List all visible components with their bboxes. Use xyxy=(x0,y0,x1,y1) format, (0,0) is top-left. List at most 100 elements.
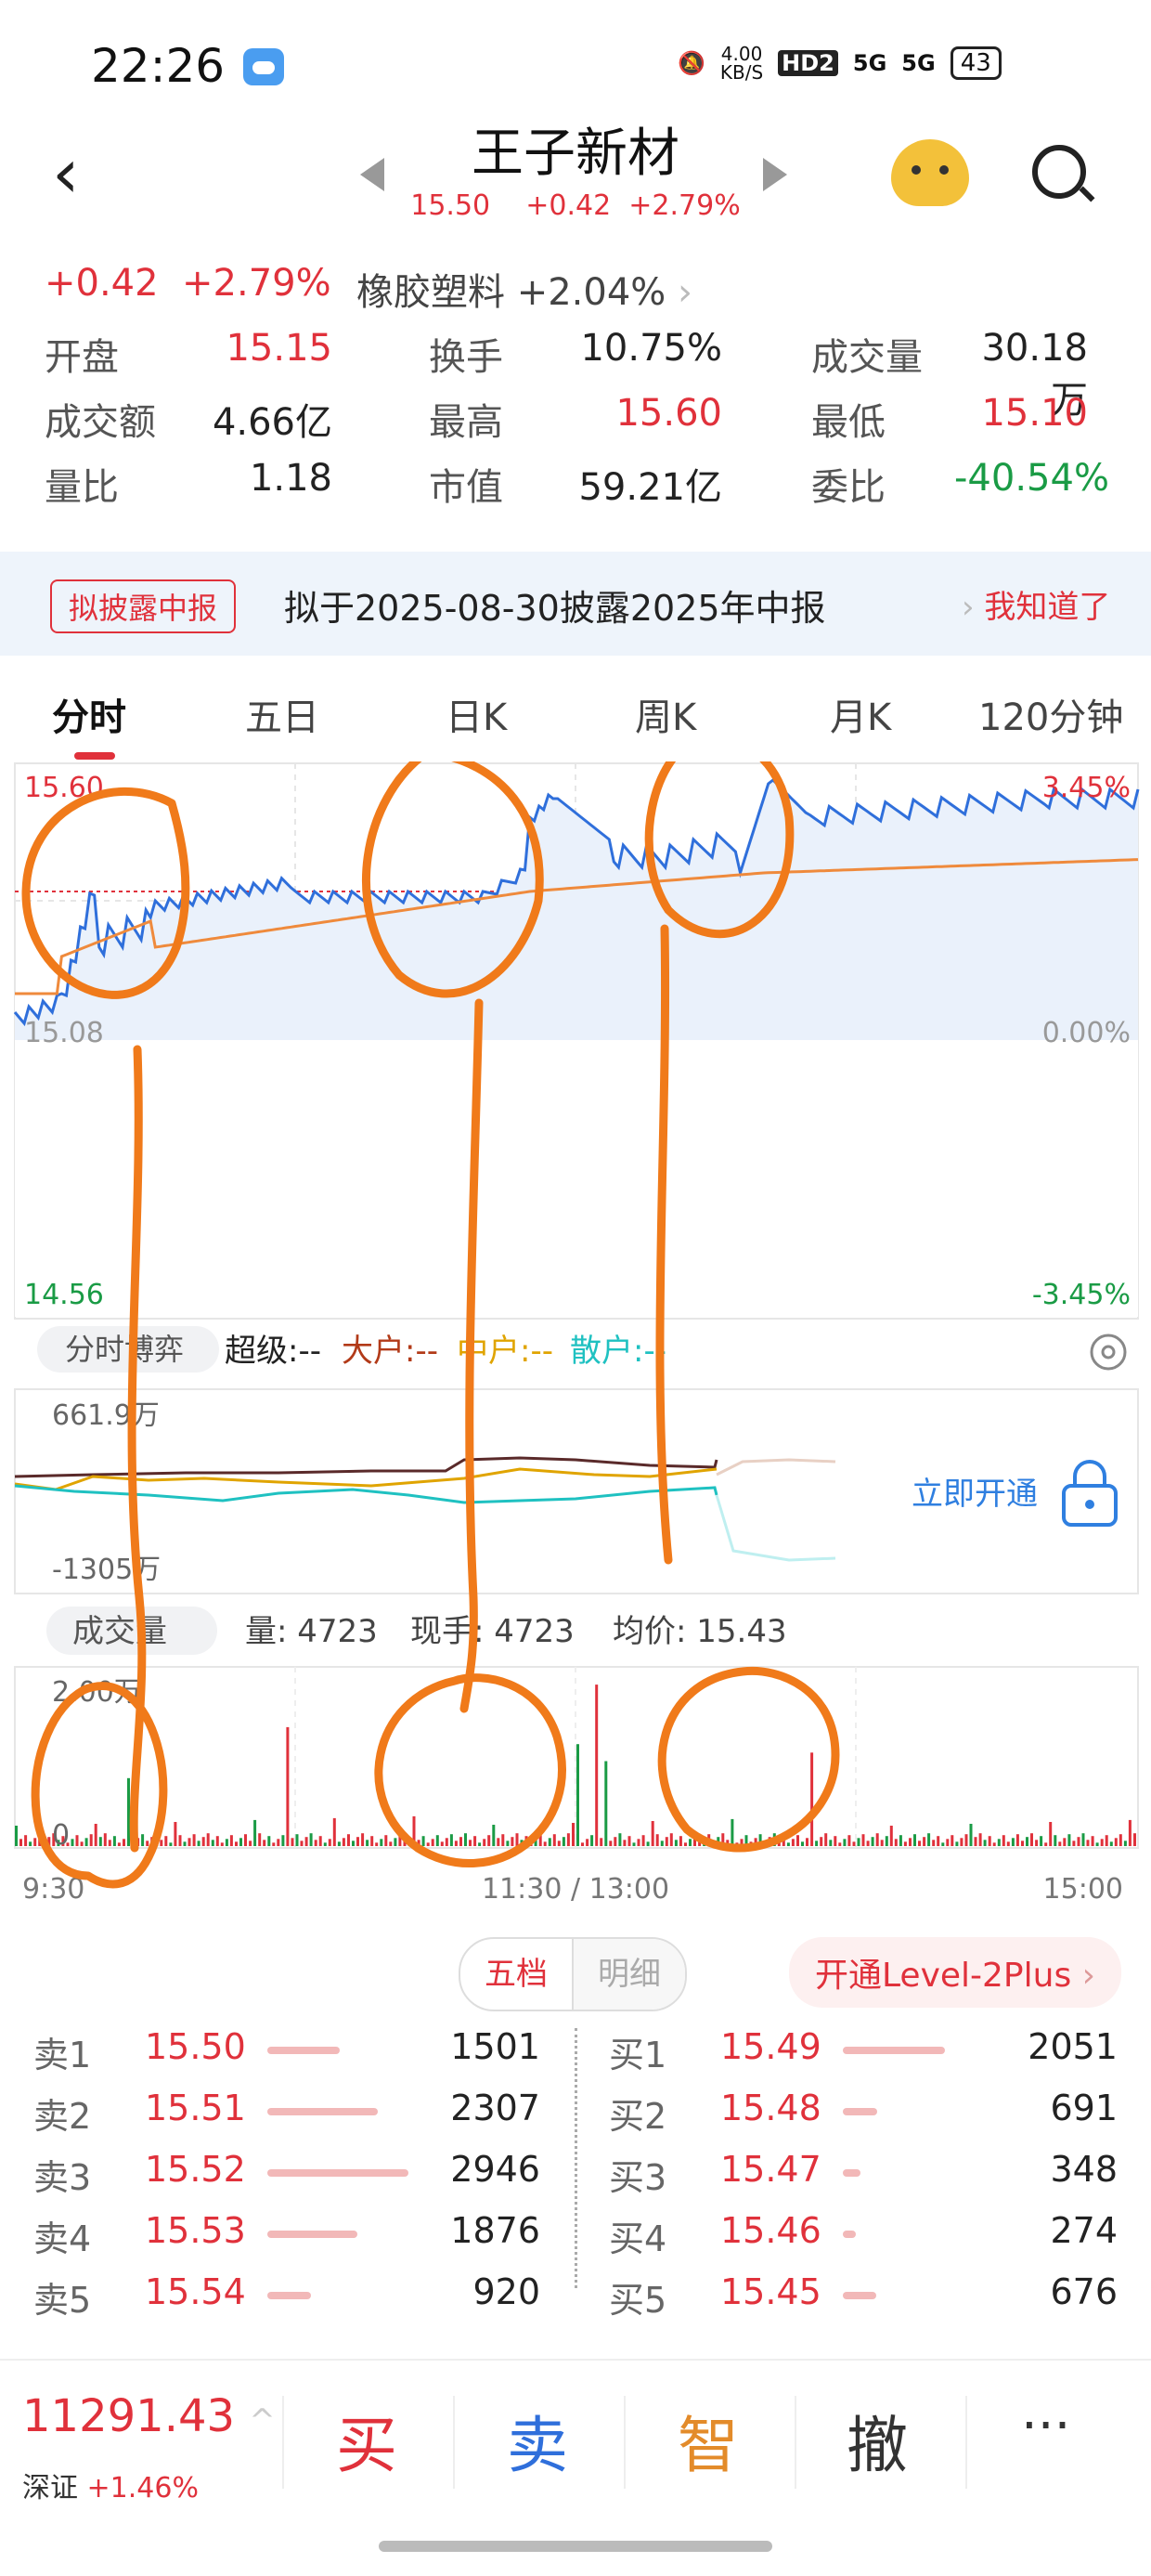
tab-five-day[interactable]: 五日 xyxy=(245,687,319,741)
volume-bar xyxy=(590,1835,594,1846)
volume-bar xyxy=(183,1841,187,1846)
volume-bar xyxy=(595,1685,599,1846)
volume-bar xyxy=(875,1833,879,1846)
unlock-link[interactable]: 立即开通 xyxy=(912,1476,1038,1513)
asks-label: 卖2 xyxy=(33,2096,92,2137)
divider xyxy=(453,2396,455,2489)
volume-selector[interactable]: 成交量 xyxy=(72,1613,167,1650)
volume-bar xyxy=(689,1839,692,1846)
volume-bar xyxy=(15,1826,18,1846)
bids-level-row[interactable]: 买2 15.48 691 xyxy=(609,2088,1118,2147)
volume-bar xyxy=(847,1835,851,1846)
volume-bar xyxy=(609,1841,613,1846)
tab-daily-k[interactable]: 日K xyxy=(446,687,507,741)
volume-bar xyxy=(332,1817,336,1846)
volume-bar xyxy=(623,1840,627,1846)
net-speed: 4.00 KB/S xyxy=(719,43,764,84)
volume-bar xyxy=(112,1836,116,1846)
volume-bar xyxy=(791,1839,795,1846)
volume-bar xyxy=(651,1821,654,1846)
volume-bar xyxy=(487,1835,491,1846)
cancel-order-button[interactable]: 撤 xyxy=(847,2396,908,2485)
flow-selector[interactable]: 分时博弈 xyxy=(65,1332,184,1367)
chevron-right-icon: › xyxy=(678,271,693,314)
volume-bar xyxy=(123,1839,125,1846)
volume-bar xyxy=(342,1838,345,1846)
sector-link[interactable]: 橡胶塑料 +2.04% › xyxy=(356,262,692,316)
volume-bar xyxy=(497,1838,500,1846)
bids-level-row[interactable]: 买5 15.45 676 xyxy=(609,2271,1118,2331)
volume-bar xyxy=(665,1837,668,1846)
notice-text[interactable]: 拟于2025-08-30披露2025年中报 xyxy=(284,579,826,631)
volume-bar xyxy=(1072,1841,1076,1846)
intraday-chart[interactable]: 15.60 15.08 14.56 3.45% 0.00% -3.45% 分时博… xyxy=(0,761,1151,1922)
volume-bar xyxy=(572,1823,575,1846)
volume-bar xyxy=(885,1836,888,1846)
asks-volume: 1876 xyxy=(450,2210,540,2251)
tab-trade-details[interactable]: 明细 xyxy=(574,1939,685,2010)
bids-level-row[interactable]: 买3 15.47 348 xyxy=(609,2149,1118,2208)
volume-bar xyxy=(1133,1833,1136,1846)
index-value[interactable]: 11291.43 ^ xyxy=(22,2390,276,2442)
quote-row: 成交额 4.66亿 最高 15.60 最低 15.10 xyxy=(45,392,1112,457)
volume-bar xyxy=(857,1838,860,1846)
volume-avg: 均价: 15.43 xyxy=(613,1613,787,1650)
chevron-up-icon: ^ xyxy=(249,2402,276,2439)
asks-price: 15.52 xyxy=(145,2149,246,2190)
home-indicator[interactable] xyxy=(379,2541,772,2552)
asks-level-row[interactable]: 卖2 15.51 2307 xyxy=(33,2088,540,2147)
bids-volume-bar xyxy=(843,2231,857,2238)
volume-bar xyxy=(1091,1836,1094,1846)
buy-button[interactable]: 买 xyxy=(336,2396,397,2485)
asks-level-row[interactable]: 卖5 15.54 920 xyxy=(33,2271,540,2331)
bids-price: 15.46 xyxy=(720,2210,821,2251)
mute-icon: 🔕 xyxy=(678,50,705,76)
search-icon[interactable] xyxy=(1032,145,1086,199)
sell-button[interactable]: 卖 xyxy=(507,2396,568,2485)
orderbook-tabs: 五档 明细 xyxy=(459,1937,687,2011)
bids-level-row[interactable]: 买1 15.49 2051 xyxy=(609,2026,1118,2086)
tab-120min[interactable]: 120分钟 xyxy=(978,687,1123,741)
volume-bar xyxy=(108,1840,111,1846)
volume-bar xyxy=(1086,1840,1090,1846)
notice-badge: 拟披露中报 xyxy=(50,579,237,633)
volume-bar xyxy=(1128,1819,1132,1846)
volume-bar xyxy=(445,1838,448,1846)
volume-bar xyxy=(178,1835,182,1846)
quote-value: 59.21亿 xyxy=(578,466,722,509)
bids-price: 15.47 xyxy=(720,2149,821,2190)
volume-bar xyxy=(543,1841,547,1846)
divider xyxy=(965,2396,967,2489)
smart-button[interactable]: 智 xyxy=(678,2396,739,2485)
dismiss-notice-button[interactable]: › 我知道了 xyxy=(962,581,1110,627)
volume-bar xyxy=(98,1837,102,1846)
asks-level-row[interactable]: 卖4 15.53 1876 xyxy=(33,2210,540,2270)
volume-bar xyxy=(679,1836,682,1846)
asks-level-row[interactable]: 卖3 15.52 2946 xyxy=(33,2149,540,2208)
header-change: +0.42 xyxy=(525,189,612,222)
volume-bar xyxy=(352,1841,355,1846)
status-icons: 🔕 4.00 KB/S HD2 5G 5G 43 xyxy=(678,45,1002,82)
tab-monthly-k[interactable]: 月K xyxy=(830,687,891,741)
tab-weekly-k[interactable]: 周K xyxy=(635,687,696,741)
more-button[interactable]: ··· xyxy=(1021,2396,1070,2456)
bids-label: 买2 xyxy=(609,2096,667,2137)
volume-bar xyxy=(314,1840,317,1846)
flow-small: 散户:-- xyxy=(570,1333,666,1370)
price-axis-mid: 15.08 xyxy=(24,1017,104,1049)
level2-upgrade-button[interactable]: 开通Level-2Plus › xyxy=(789,1937,1122,2008)
volume-bar xyxy=(834,1836,837,1846)
volume-bar xyxy=(389,1841,393,1846)
lock-icon[interactable] xyxy=(1062,1460,1118,1527)
volume-bar xyxy=(1077,1837,1080,1846)
tab-intraday[interactable]: 分时 xyxy=(52,687,126,741)
volume-bar xyxy=(641,1835,645,1846)
annotation-circle xyxy=(657,1666,840,1853)
volume-bars xyxy=(15,1685,1136,1846)
volume-bar xyxy=(1040,1836,1043,1846)
volume-bar xyxy=(1044,1842,1048,1846)
asks-level-row[interactable]: 卖1 15.50 1501 xyxy=(33,2026,540,2086)
volume-bar xyxy=(366,1840,369,1846)
tab-five-levels[interactable]: 五档 xyxy=(460,1939,574,2010)
bids-level-row[interactable]: 买4 15.46 274 xyxy=(609,2210,1118,2270)
